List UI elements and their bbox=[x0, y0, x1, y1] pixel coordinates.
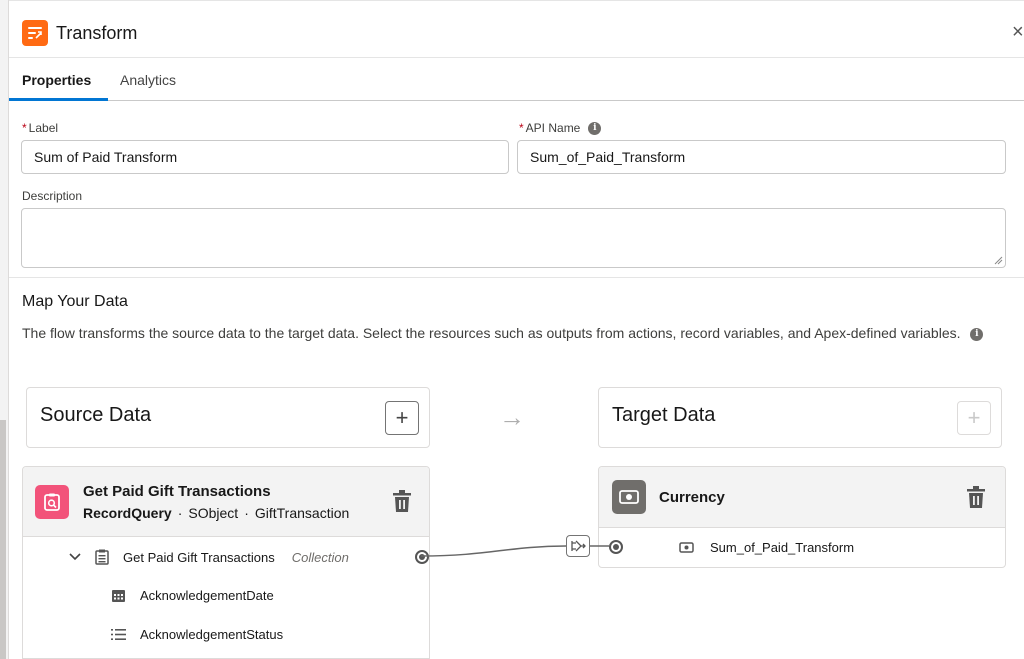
left-panel-edge bbox=[0, 0, 9, 659]
transform-panel: Transform × Properties Analytics * Label … bbox=[9, 0, 1024, 659]
mapping-connector-line bbox=[420, 545, 609, 557]
scroll-grip[interactable] bbox=[0, 420, 6, 659]
mapping-icon bbox=[571, 540, 586, 552]
transform-mapping-button[interactable] bbox=[566, 535, 590, 557]
